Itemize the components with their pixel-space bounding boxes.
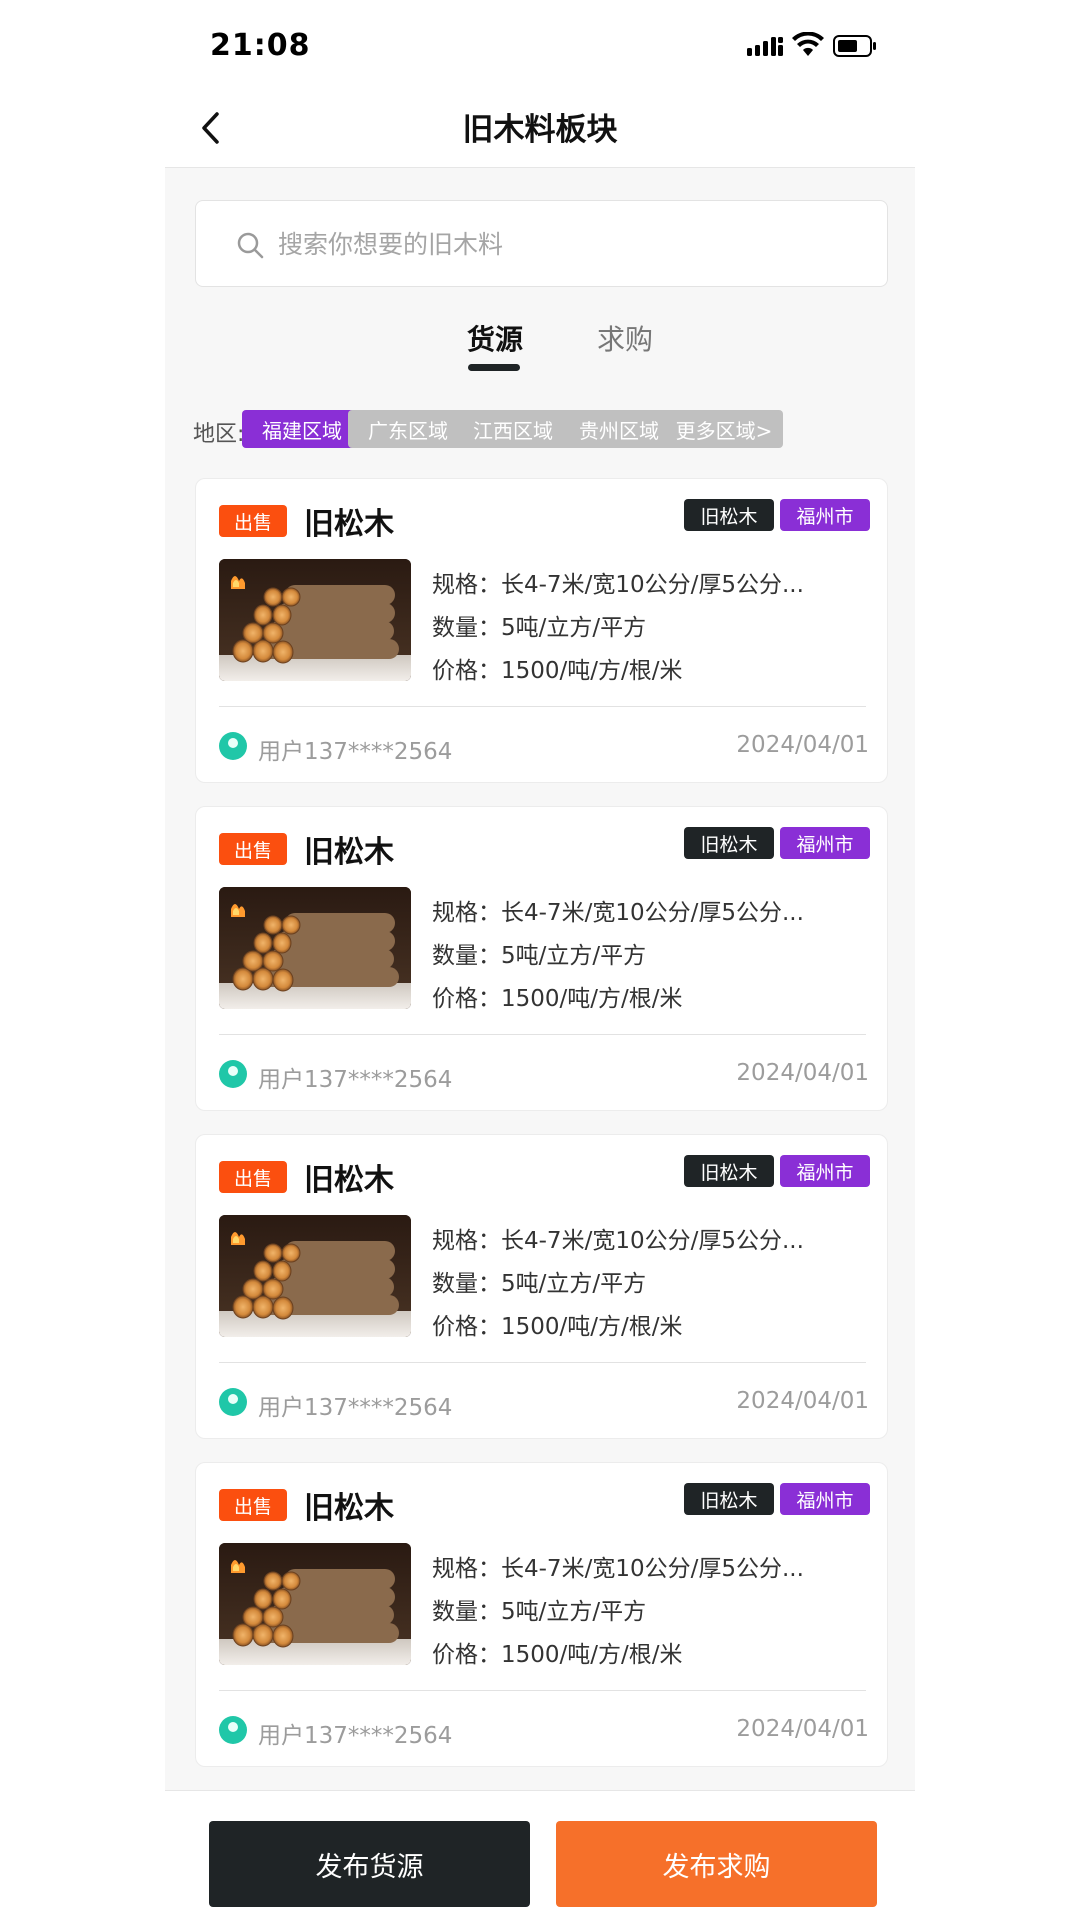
search-input[interactable] bbox=[278, 221, 858, 267]
search-box[interactable] bbox=[195, 200, 888, 287]
listing-card[interactable]: 出售 旧松木 旧松木 福州市 规格：长4-7米/宽10公分/厚5公分... 数量… bbox=[195, 478, 888, 783]
back-arrow-icon bbox=[202, 112, 219, 144]
user-name: 用户137****2564 bbox=[258, 1395, 453, 1421]
tab-supply[interactable]: 货源 bbox=[435, 318, 555, 368]
listing-price: 价格：1500/吨/方/根/米 bbox=[432, 658, 683, 684]
listing-card[interactable]: 出售 旧松木 旧松木 福州市 规格：长4-7米/宽10公分/厚5公分... 数量… bbox=[195, 1134, 888, 1439]
listing-thumbnail bbox=[219, 887, 411, 1009]
listing-card[interactable]: 出售 旧松木 旧松木 福州市 规格：长4-7米/宽10公分/厚5公分... 数量… bbox=[195, 806, 888, 1111]
listing-quantity: 数量：5吨/立方/平方 bbox=[432, 943, 647, 969]
status-bar: 21:08 bbox=[165, 0, 915, 88]
listing-spec: 规格：长4-7米/宽10公分/厚5公分... bbox=[432, 1228, 804, 1254]
card-divider bbox=[219, 1362, 866, 1363]
wood-type-tag: 旧松木 bbox=[684, 1483, 774, 1515]
listing-spec: 规格：长4-7米/宽10公分/厚5公分... bbox=[432, 1556, 804, 1582]
sale-badge: 出售 bbox=[219, 505, 287, 537]
publish-supply-button[interactable]: 发布货源 bbox=[209, 1821, 530, 1907]
region-chip-guizhou[interactable]: 贵州区域 bbox=[559, 410, 679, 448]
listing-thumbnail bbox=[219, 559, 411, 681]
sale-badge: 出售 bbox=[219, 833, 287, 865]
listing-quantity: 数量：5吨/立方/平方 bbox=[432, 615, 647, 641]
region-label: 地区: bbox=[193, 422, 245, 447]
wood-type-tag: 旧松木 bbox=[684, 499, 774, 531]
listing-title: 旧松木 bbox=[304, 1491, 394, 1526]
listing-title: 旧松木 bbox=[304, 507, 394, 542]
region-chip-more[interactable]: 更多区域> bbox=[665, 410, 783, 448]
bottom-action-bar: 发布货源 发布求购 bbox=[165, 1790, 915, 1920]
page-title: 旧木料板块 bbox=[462, 112, 618, 148]
back-button[interactable] bbox=[185, 102, 237, 154]
region-chip-fujian[interactable]: 福建区域 bbox=[242, 410, 362, 448]
tab-demand[interactable]: 求购 bbox=[565, 318, 685, 368]
user-name: 用户137****2564 bbox=[258, 1723, 453, 1749]
listing-title: 旧松木 bbox=[304, 1163, 394, 1198]
sale-badge: 出售 bbox=[219, 1161, 287, 1193]
listing-price: 价格：1500/吨/方/根/米 bbox=[432, 986, 683, 1012]
card-divider bbox=[219, 706, 866, 707]
region-chip-guangdong[interactable]: 广东区域 bbox=[348, 410, 468, 448]
listing-spec: 规格：长4-7米/宽10公分/厚5公分... bbox=[432, 900, 804, 926]
wifi-icon bbox=[792, 32, 824, 56]
user-name: 用户137****2564 bbox=[258, 739, 453, 765]
city-tag: 福州市 bbox=[780, 499, 870, 531]
post-date: 2024/04/01 bbox=[736, 732, 869, 758]
wood-type-tag: 旧松木 bbox=[684, 827, 774, 859]
listing-quantity: 数量：5吨/立方/平方 bbox=[432, 1599, 647, 1625]
listing-thumbnail bbox=[219, 1543, 411, 1665]
listing-quantity: 数量：5吨/立方/平方 bbox=[432, 1271, 647, 1297]
listing-spec: 规格：长4-7米/宽10公分/厚5公分... bbox=[432, 572, 804, 598]
app-screen: 21:08 旧木料板块 搜索你想要的旧木料 货源 求购 地区: 福建区域 广东区… bbox=[165, 0, 915, 1920]
tab-active-indicator bbox=[468, 364, 520, 371]
nav-bar: 旧木料板块 bbox=[165, 88, 915, 168]
user-avatar-icon bbox=[219, 1060, 247, 1088]
user-avatar-icon bbox=[219, 732, 247, 760]
city-tag: 福州市 bbox=[780, 1155, 870, 1187]
city-tag: 福州市 bbox=[780, 827, 870, 859]
listing-title: 旧松木 bbox=[304, 835, 394, 870]
sale-badge: 出售 bbox=[219, 1489, 287, 1521]
user-name: 用户137****2564 bbox=[258, 1067, 453, 1093]
post-date: 2024/04/01 bbox=[736, 1388, 869, 1414]
listing-card[interactable]: 出售 旧松木 旧松木 福州市 规格：长4-7米/宽10公分/厚5公分... 数量… bbox=[195, 1462, 888, 1767]
region-chip-jiangxi[interactable]: 江西区域 bbox=[453, 410, 573, 448]
card-divider bbox=[219, 1690, 866, 1691]
listing-price: 价格：1500/吨/方/根/米 bbox=[432, 1314, 683, 1340]
publish-demand-button[interactable]: 发布求购 bbox=[556, 1821, 877, 1907]
battery-icon bbox=[833, 35, 876, 57]
post-date: 2024/04/01 bbox=[736, 1716, 869, 1742]
signal-icon bbox=[747, 37, 783, 56]
post-date: 2024/04/01 bbox=[736, 1060, 869, 1086]
wood-type-tag: 旧松木 bbox=[684, 1155, 774, 1187]
city-tag: 福州市 bbox=[780, 1483, 870, 1515]
search-icon bbox=[237, 232, 264, 259]
status-time: 21:08 bbox=[210, 28, 311, 63]
listing-price: 价格：1500/吨/方/根/米 bbox=[432, 1642, 683, 1668]
card-divider bbox=[219, 1034, 866, 1035]
user-avatar-icon bbox=[219, 1716, 247, 1744]
listing-thumbnail bbox=[219, 1215, 411, 1337]
user-avatar-icon bbox=[219, 1388, 247, 1416]
